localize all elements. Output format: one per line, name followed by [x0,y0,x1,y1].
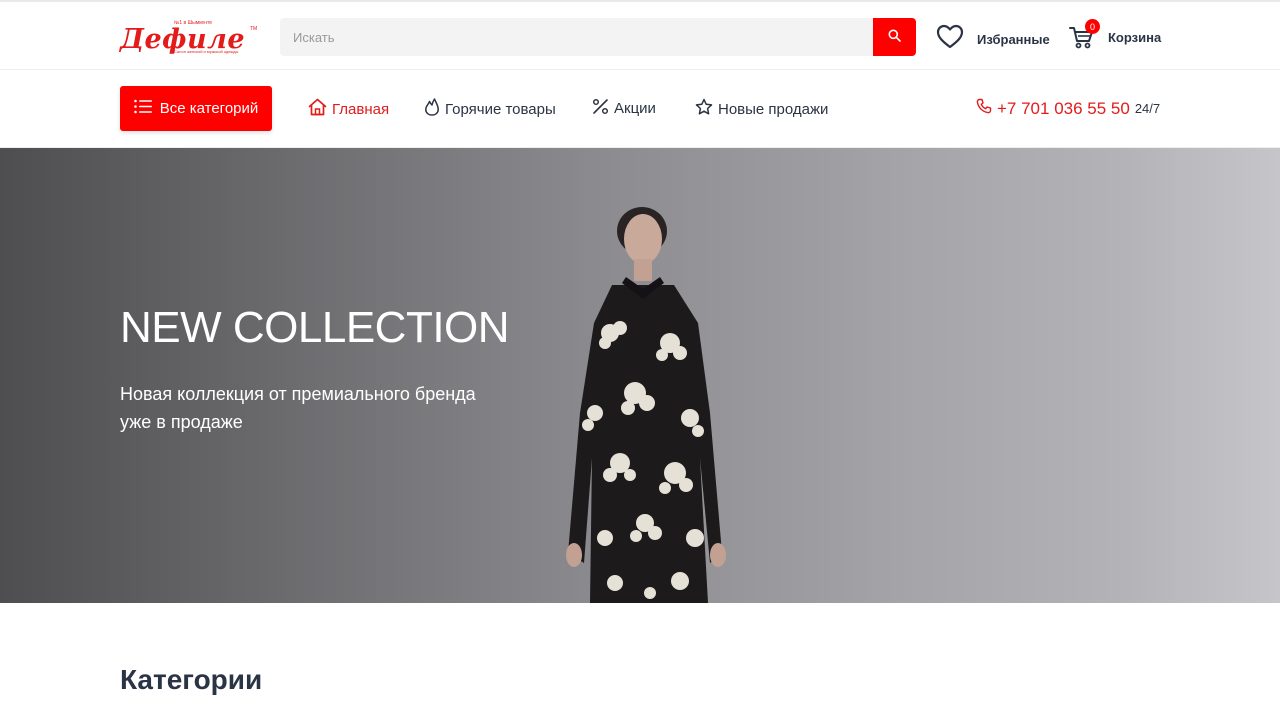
phone-icon [976,98,992,119]
list-icon [133,99,152,118]
heart-icon [936,24,964,55]
flame-icon [424,98,440,120]
search-bar [280,18,916,56]
phone-hours: 24/7 [1134,101,1161,116]
categories-section-title: Категории [120,664,263,695]
percent-icon [592,98,609,119]
hero-banner[interactable]: NEW COLLECTION Новая коллекция от премиа… [0,148,1280,603]
nav-item-label: Главная [332,100,390,118]
nav-item-label: Новые продажи [718,100,829,118]
home-icon [308,98,327,120]
nav-item-label: Горячие товары [445,100,556,118]
star-icon [695,98,713,120]
favorites-link[interactable]: Избранные [936,24,1050,55]
nav-item-promotions[interactable]: Акции [592,98,656,119]
nav-item-hot-products[interactable]: Горячие товары [424,98,556,120]
site-header: №1 в Шымкенте Дефиле TM Салон женской и … [0,2,1280,70]
hero-subtitle: Новая коллекция от премиального бренда у… [120,384,476,432]
cart-label: Корзина [1108,29,1162,45]
search-icon [888,29,901,45]
nav-item-label: Акции [614,100,656,117]
main-nav: Все категорий Главная Горячие товары Акц… [0,70,1280,148]
cart-count-badge: 0 [1085,19,1100,34]
nav-item-home[interactable]: Главная [308,98,389,120]
logo[interactable]: №1 в Шымкенте Дефиле TM Салон женской и … [120,20,260,58]
hero-title: NEW COLLECTION [120,303,510,352]
logo-subtitle: Салон женской и мужской одежды [174,49,239,54]
hero-model-image [550,203,750,603]
search-input[interactable] [280,18,873,56]
logo-tm: TM [250,26,258,32]
all-categories-button[interactable]: Все категорий [120,86,272,131]
nav-item-new-sales[interactable]: Новые продажи [695,98,828,120]
cart-icon [1068,27,1094,54]
favorites-label: Избранные [977,32,1050,47]
phone-link[interactable]: +7 701 036 55 50 24/7 [976,98,1160,119]
phone-number: +7 701 036 55 50 [997,98,1130,118]
cart-icon-wrap: 0 [1068,19,1100,50]
cart-link[interactable]: 0 Корзина [1068,19,1162,50]
search-button[interactable] [873,18,916,56]
all-categories-label: Все категорий [159,100,259,117]
